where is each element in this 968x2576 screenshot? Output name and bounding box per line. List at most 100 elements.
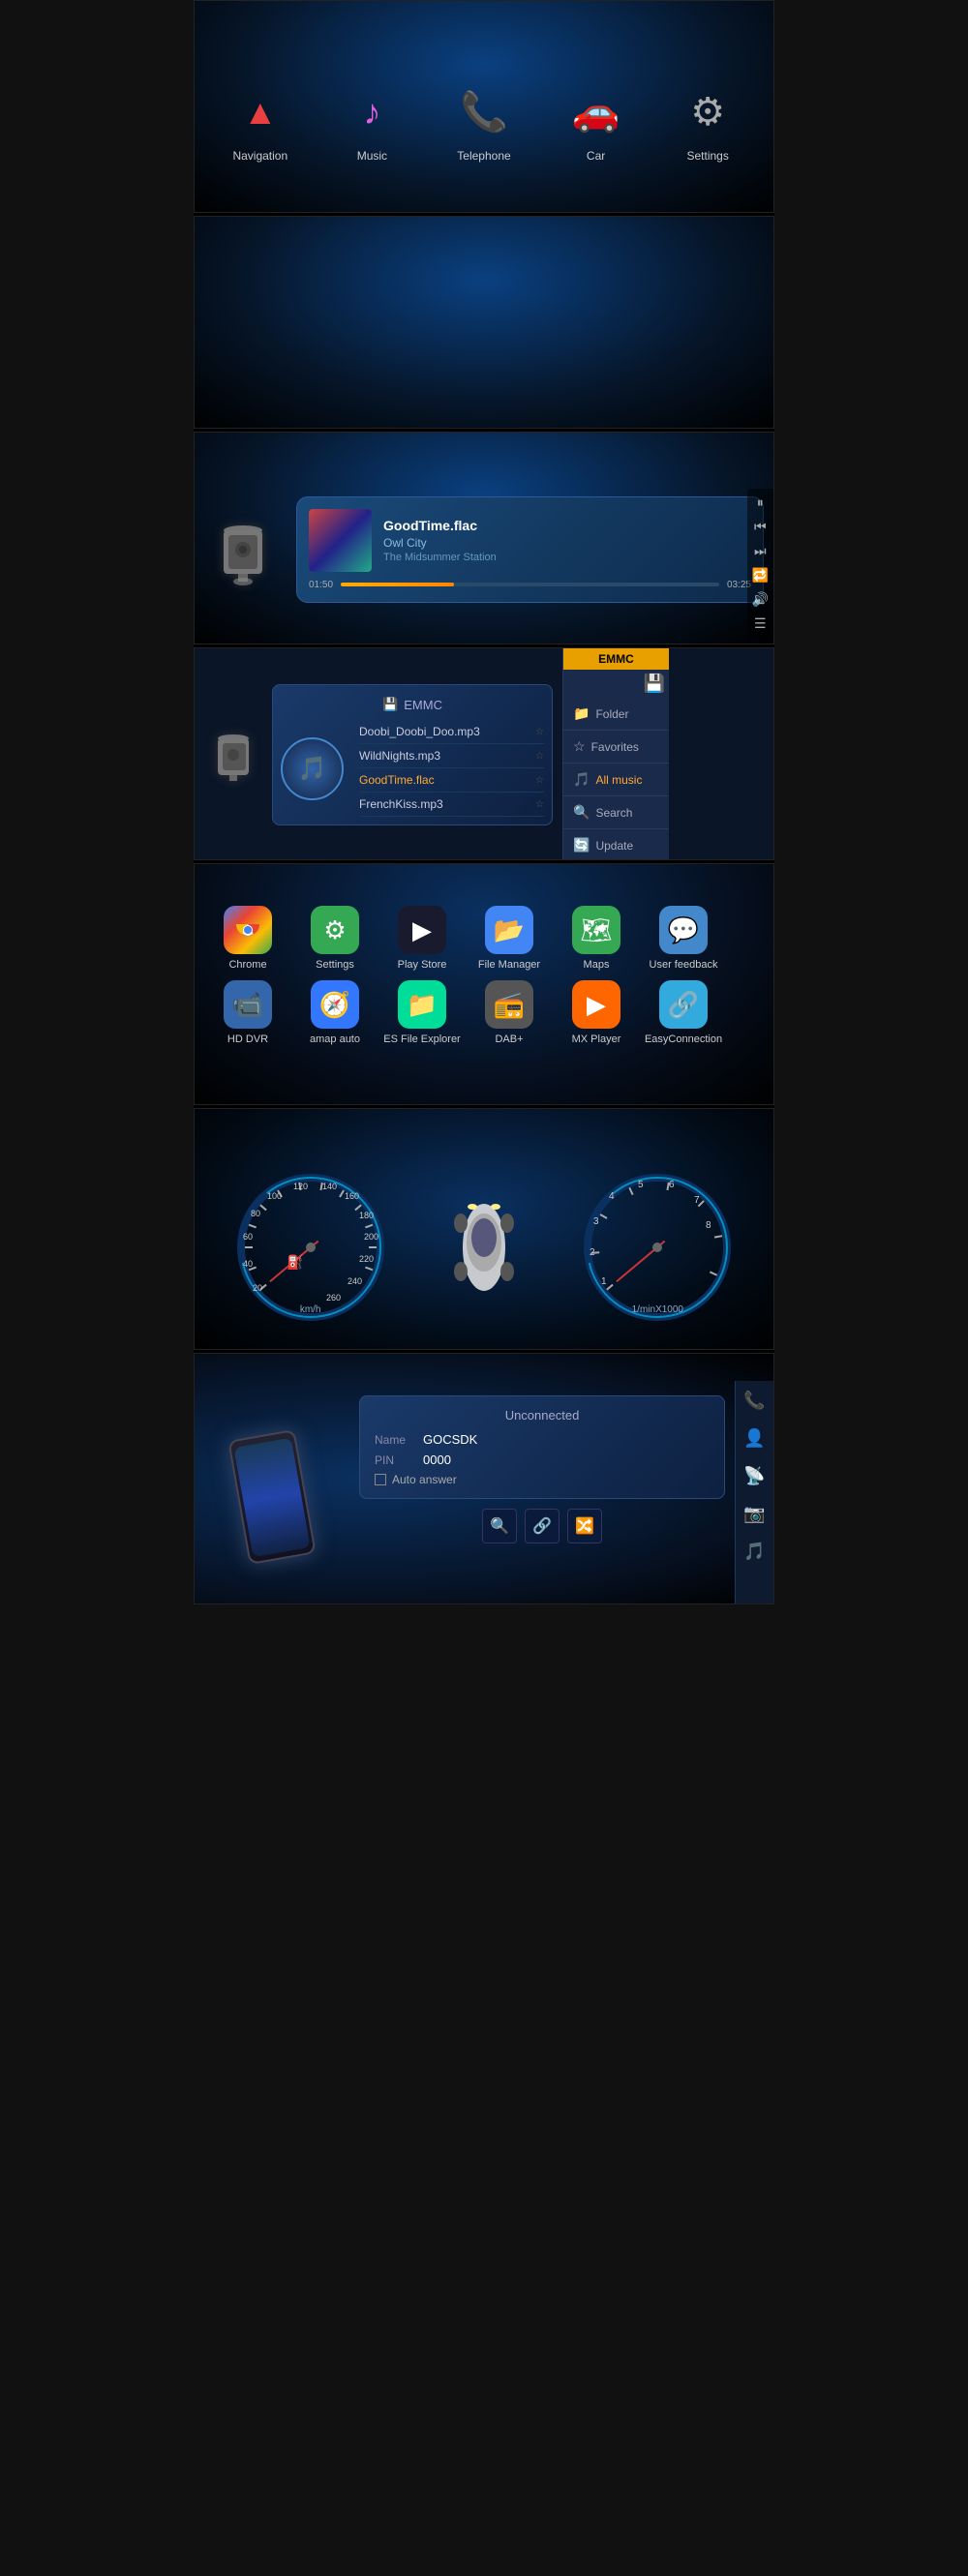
battery-icon-1: 🔋 bbox=[720, 9, 734, 21]
volume-button[interactable]: 🔊 bbox=[752, 591, 769, 608]
track-item-2[interactable]: WildNights.mp3 ☆ bbox=[359, 744, 544, 768]
sidebar-allmusic[interactable]: 🎵 All music bbox=[563, 764, 669, 796]
svg-text:5: 5 bbox=[638, 1180, 644, 1190]
track-item-4[interactable]: FrenchKiss.mp3 ☆ bbox=[359, 793, 544, 817]
status-bar-6: ⌂ 0.0°C bbox=[195, 1109, 773, 1136]
wifi-icon-1: 📶 bbox=[681, 9, 695, 21]
app-easyconn[interactable]: 🔗 EasyConnection bbox=[645, 980, 722, 1045]
track-item-1[interactable]: Doobi_Doobi_Doo.mp3 ☆ bbox=[359, 720, 544, 744]
track-name-3: GoodTime.flac bbox=[359, 773, 435, 787]
track-star-1[interactable]: ☆ bbox=[535, 727, 544, 737]
chrome-icon bbox=[224, 906, 272, 954]
time-1: 10:05 bbox=[644, 8, 676, 22]
music-list-left: 💾 EMMC 🎵 Doobi_Doobi_Doo.mp3 ☆ WildNight… bbox=[195, 648, 562, 860]
app-video[interactable]: ▶ Video bbox=[195, 244, 773, 323]
filebrowser-icon: 🗂 bbox=[455, 323, 513, 381]
progress-bar[interactable] bbox=[341, 583, 719, 586]
screen-home-2: ⌂ 10:06 📶 📱 🔋 ▭ ↩ ▶ Video 🗂 File Browser… bbox=[194, 216, 774, 429]
track-star-2[interactable]: ☆ bbox=[535, 751, 544, 762]
emmc-icon: 💾 bbox=[382, 697, 398, 712]
allmusic-label: All music bbox=[595, 773, 642, 787]
music-side-icon[interactable]: 🎵 bbox=[743, 1542, 765, 1562]
phone-call-icon[interactable]: 📞 bbox=[743, 1391, 765, 1411]
home-icon-2[interactable]: ⌂ bbox=[204, 222, 214, 239]
emmc-label: EMMC bbox=[404, 698, 442, 712]
home-icon-1[interactable]: ⌂ bbox=[204, 6, 214, 23]
app-dab[interactable]: 📻 DAB+ bbox=[470, 980, 548, 1045]
userfeedback-icon: 💬 bbox=[659, 906, 708, 954]
app-settings2[interactable]: ⚙ Settings bbox=[296, 906, 374, 971]
repeat-button[interactable]: 🔁 bbox=[752, 567, 769, 584]
app-maps[interactable]: 🗺 Maps bbox=[558, 906, 635, 971]
music-list-content: 💾 EMMC 🎵 Doobi_Doobi_Doo.mp3 ☆ WildNight… bbox=[195, 648, 773, 860]
app-settings[interactable]: ⚙ Settings bbox=[679, 83, 737, 163]
filebrowser-label: File Browser bbox=[452, 389, 517, 403]
auto-answer-checkbox[interactable] bbox=[375, 1474, 386, 1485]
app-playstore[interactable]: ▶ Play Store bbox=[383, 906, 461, 971]
name-label: Name bbox=[375, 1433, 413, 1447]
apps-content: Chrome ⚙ Settings ▶ Play Store 📂 File Ma… bbox=[195, 891, 773, 1060]
temp-display: 0.0°C bbox=[732, 1116, 764, 1130]
chrome-label: Chrome bbox=[228, 959, 266, 971]
track-item-3[interactable]: GoodTime.flac ☆ bbox=[359, 768, 544, 793]
usb-icon-2 bbox=[204, 726, 262, 784]
status-bar-1: ⌂ 10:05 📶 📱 🔋 ▭ ↩ bbox=[195, 1, 773, 28]
prev-button[interactable]: ⏮ bbox=[752, 519, 769, 535]
track-star-3[interactable]: ☆ bbox=[535, 775, 544, 786]
disconnect-action-btn[interactable]: 🔀 bbox=[567, 1509, 602, 1543]
settings2-icon: ⚙ bbox=[311, 906, 359, 954]
sidebar-favorites[interactable]: ☆ Favorites bbox=[563, 731, 669, 764]
screen-music-player: ⌂ 10:05 📶 📱 🔋 ▭ ↩ bbox=[194, 432, 774, 644]
link-action-btn[interactable]: 🔗 bbox=[525, 1509, 560, 1543]
filemanager-label: File Manager bbox=[478, 959, 540, 971]
amap-icon: 🧭 bbox=[311, 980, 359, 1029]
app-chrome[interactable]: Chrome bbox=[209, 906, 287, 971]
song-title: GoodTime.flac bbox=[383, 518, 751, 533]
pause-button[interactable]: ⏸ bbox=[752, 494, 769, 511]
app-amap[interactable]: 🧭 amap auto bbox=[296, 980, 374, 1045]
more-app-bar-1[interactable]: ⊞ More App bbox=[195, 207, 773, 213]
sidebar-folder[interactable]: 📁 Folder bbox=[563, 698, 669, 731]
video-icon: ▶ bbox=[455, 244, 513, 302]
back-icon-1[interactable]: ↩ bbox=[755, 9, 764, 21]
filemanager-icon: 📂 bbox=[485, 906, 533, 954]
home-icon-7[interactable]: ⌂ bbox=[204, 1359, 214, 1376]
svg-text:8: 8 bbox=[706, 1220, 711, 1231]
app-telephone[interactable]: 📞 Telephone bbox=[455, 83, 513, 163]
sidebar-search[interactable]: 🔍 Search bbox=[563, 796, 669, 829]
sidebar-update[interactable]: 🔄 Update bbox=[563, 829, 669, 860]
app-filemanager[interactable]: 📂 File Manager bbox=[470, 906, 548, 971]
back-icon-2[interactable]: ↩ bbox=[755, 225, 764, 237]
back-icon-3[interactable]: ↩ bbox=[755, 440, 764, 453]
contacts-icon[interactable]: 👤 bbox=[743, 1428, 765, 1449]
svg-text:20: 20 bbox=[253, 1283, 262, 1293]
update-icon: 🔄 bbox=[573, 837, 590, 854]
dab-label: DAB+ bbox=[495, 1033, 523, 1045]
app-esfile[interactable]: 📁 ES File Explorer bbox=[383, 980, 461, 1045]
search-action-btn[interactable]: 🔍 bbox=[482, 1509, 517, 1543]
home-icon-5[interactable]: ⌂ bbox=[204, 869, 214, 886]
apps-grid: Chrome ⚙ Settings ▶ Play Store 📂 File Ma… bbox=[204, 906, 764, 1045]
camera-icon[interactable]: 📷 bbox=[743, 1504, 765, 1524]
app-hddvr[interactable]: 📹 HD DVR bbox=[209, 980, 287, 1045]
app-music[interactable]: ♪ Music bbox=[343, 83, 401, 163]
bluetooth-icon[interactable]: 📡 bbox=[743, 1466, 765, 1486]
track-star-4[interactable]: ☆ bbox=[535, 799, 544, 810]
sidebar-emmc-icon: 💾 bbox=[644, 674, 665, 694]
app-navigation[interactable]: ▲ Navigation bbox=[231, 83, 289, 163]
settings-icon: ⚙ bbox=[679, 83, 737, 141]
home-icon-6[interactable]: ⌂ bbox=[204, 1114, 214, 1131]
next-button[interactable]: ⏭ bbox=[752, 543, 769, 559]
wifi-icon-3: 📶 bbox=[681, 440, 695, 453]
app-phonelink[interactable]: 📱 PhoneLink bbox=[195, 403, 773, 429]
home-icon-3[interactable]: ⌂ bbox=[204, 437, 214, 455]
wifi-icon-5: 📶 bbox=[681, 872, 695, 884]
app-mxplayer[interactable]: ▶ MX Player bbox=[558, 980, 635, 1045]
app-userfeedback[interactable]: 💬 User feedback bbox=[645, 906, 722, 971]
back-icon-5[interactable]: ↩ bbox=[755, 872, 764, 884]
playlist-button[interactable]: ☰ bbox=[752, 615, 769, 632]
app-car[interactable]: 🚗 Car bbox=[567, 83, 625, 163]
svg-text:⛽: ⛽ bbox=[287, 1254, 303, 1271]
settings-label: Settings bbox=[686, 149, 728, 163]
app-filebrowser[interactable]: 🗂 File Browser bbox=[195, 323, 773, 403]
